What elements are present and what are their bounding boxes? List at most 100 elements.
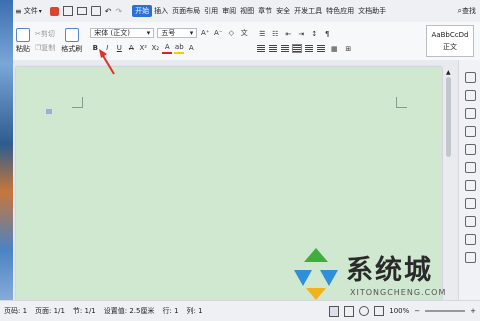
align-left-icon[interactable]: [257, 45, 266, 52]
search-button[interactable]: ⌕ 查找: [458, 6, 476, 16]
status-setting[interactable]: 设置值: 2.5厘米: [104, 306, 155, 316]
tab-security[interactable]: 安全: [274, 6, 292, 16]
share-icon[interactable]: [464, 162, 476, 173]
watermark-url: XITONGCHENG.COM: [350, 288, 447, 297]
align-right-icon[interactable]: [281, 45, 290, 52]
tab-review[interactable]: 审阅: [220, 6, 238, 16]
line-spacing-icon[interactable]: [317, 45, 326, 52]
strikethrough-icon[interactable]: A: [126, 43, 136, 53]
paste-button[interactable]: 粘贴: [16, 28, 30, 54]
zoom-slider[interactable]: [425, 310, 466, 312]
crop-icon[interactable]: [464, 180, 476, 191]
tab-view[interactable]: 视图: [238, 6, 256, 16]
justify-icon[interactable]: [292, 44, 303, 53]
char-shading-icon[interactable]: A: [186, 43, 196, 53]
view-print-layout-icon[interactable]: [329, 305, 340, 317]
file-menu-label: 文件: [23, 7, 38, 15]
superscript-icon[interactable]: X²: [138, 43, 148, 53]
cut-label: 剪切: [40, 30, 55, 38]
tab-doc-assistant[interactable]: 文档助手: [356, 6, 388, 16]
font-name-value: 宋体 (正文): [94, 29, 130, 37]
shapes-icon[interactable]: [464, 108, 476, 119]
copy-button[interactable]: ❐ 复制: [35, 43, 55, 53]
status-bar: 页码: 1 页面: 1/1 节: 1/1 设置值: 2.5厘米 行: 1 列: …: [0, 300, 480, 321]
sliders-icon[interactable]: [464, 126, 476, 137]
scroll-up-icon[interactable]: ▲: [446, 69, 451, 76]
show-marks-icon[interactable]: ¶: [322, 29, 332, 39]
status-section[interactable]: 节: 1/1: [73, 306, 96, 316]
translate-icon[interactable]: [464, 198, 476, 209]
format-painter-icon: [64, 28, 79, 42]
cut-button[interactable]: ✂ 剪切: [35, 29, 55, 39]
align-center-icon[interactable]: [269, 45, 278, 52]
watermark-title: 系统城: [346, 255, 433, 286]
sort-icon[interactable]: ↕: [309, 29, 319, 39]
quick-access-toolbar: ↶ ↷: [49, 6, 122, 16]
search-label: 查找: [462, 7, 476, 15]
format-painter-button[interactable]: 格式刷: [61, 28, 82, 54]
pointer-icon[interactable]: [464, 90, 476, 101]
distribute-icon[interactable]: [305, 45, 314, 52]
phonetic-icon[interactable]: 文: [239, 28, 249, 38]
redo-icon[interactable]: ↷: [115, 7, 122, 16]
numbered-list-icon[interactable]: ☷: [270, 29, 280, 39]
grow-font-icon[interactable]: A⁺: [200, 28, 210, 38]
shrink-font-icon[interactable]: A⁻: [213, 28, 223, 38]
print-icon[interactable]: [76, 7, 87, 15]
font-color-icon[interactable]: A: [162, 42, 173, 54]
paste-label: 粘贴: [16, 45, 30, 53]
export-icon[interactable]: [90, 6, 101, 16]
zoom-in-icon[interactable]: +: [470, 307, 476, 315]
tab-insert[interactable]: 插入: [152, 6, 170, 16]
app-logo-icon: [49, 6, 59, 16]
hamburger-icon: ≡: [15, 6, 22, 16]
format-painter-label: 格式刷: [61, 45, 83, 53]
menu-bar: ≡ 文件 ▾ ↶ ↷ 开始 插入 页面布局 引用 审阅 视图 章节 安全 开发工…: [13, 0, 480, 23]
chevron-down-icon: ▾: [146, 29, 151, 37]
star-icon[interactable]: [464, 144, 476, 155]
ribbon-tabs: 开始 插入 页面布局 引用 审阅 视图 章节 安全 开发工具 特色应用 文档助手: [132, 5, 388, 17]
tab-start[interactable]: 开始: [132, 5, 153, 17]
zoom-out-icon[interactable]: −: [414, 307, 420, 315]
image-icon[interactable]: [464, 216, 476, 227]
tab-chapter[interactable]: 章节: [256, 6, 274, 16]
status-page-number[interactable]: 页码: 1: [4, 306, 27, 316]
style-gallery-normal[interactable]: AaBbCcDd 正文: [426, 25, 474, 57]
status-page[interactable]: 页面: 1/1: [35, 306, 65, 316]
copy-label: 复制: [41, 44, 56, 52]
increase-indent-icon[interactable]: ⇥: [296, 29, 306, 39]
paste-icon: [16, 28, 30, 42]
tab-page-layout[interactable]: 页面布局: [170, 6, 202, 16]
font-size-dropdown[interactable]: 五号 ▾: [157, 28, 198, 38]
subscript-icon[interactable]: X₂: [150, 43, 160, 53]
highlight-icon[interactable]: ab: [174, 42, 185, 54]
pen-icon[interactable]: [464, 72, 476, 83]
main-menu-button[interactable]: ≡ 文件 ▾: [15, 6, 42, 16]
zoom-value[interactable]: 100%: [389, 307, 409, 315]
style-preview: AaBbCcDd: [431, 30, 469, 39]
watermark-logo-icon: [294, 248, 338, 300]
style-name: 正文: [443, 42, 457, 51]
shading-icon[interactable]: ▦: [329, 44, 339, 54]
view-outline-icon[interactable]: [344, 305, 355, 317]
paragraph-group: ☰ ☷ ⇤ ⇥ ↕ ¶ ▦ ⊞: [257, 29, 353, 54]
font-name-dropdown[interactable]: 宋体 (正文) ▾: [90, 28, 155, 38]
scroll-thumb[interactable]: [446, 77, 451, 157]
status-row[interactable]: 行: 1: [162, 306, 178, 316]
view-read-icon[interactable]: [374, 306, 385, 316]
decrease-indent-icon[interactable]: ⇤: [283, 29, 293, 39]
bullet-list-icon[interactable]: ☰: [257, 29, 267, 39]
chevron-down-icon: ▾: [38, 7, 42, 15]
tab-references[interactable]: 引用: [202, 6, 220, 16]
view-web-icon[interactable]: [359, 306, 370, 316]
borders-icon[interactable]: ⊞: [343, 44, 353, 54]
chevron-down-icon: ▾: [189, 29, 194, 37]
tab-developer[interactable]: 开发工具: [292, 6, 324, 16]
status-col[interactable]: 列: 1: [187, 306, 203, 316]
watermark: 系统城 XITONGCHENG.COM: [288, 244, 468, 304]
undo-icon[interactable]: ↶: [105, 7, 112, 16]
tab-special-apps[interactable]: 特色应用: [324, 6, 356, 16]
desktop-background-strip: [0, 0, 13, 320]
clear-format-icon[interactable]: ◇: [226, 28, 236, 38]
save-icon[interactable]: [62, 6, 73, 16]
